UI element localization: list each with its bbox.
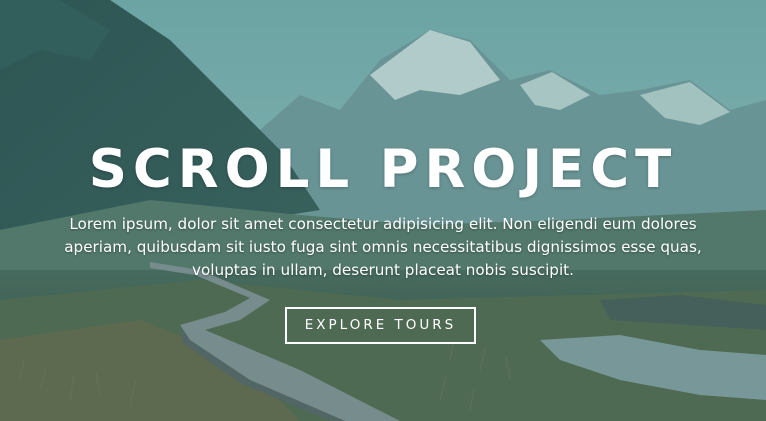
explore-tours-button[interactable]: Explore Tours [285,307,476,344]
hero-section: SCROLL PROJECT Lorem ipsum, dolor sit am… [0,0,766,421]
page-title: SCROLL PROJECT [88,139,678,200]
hero-content: SCROLL PROJECT Lorem ipsum, dolor sit am… [0,0,766,421]
hero-description: Lorem ipsum, dolor sit amet consectetur … [64,215,702,279]
